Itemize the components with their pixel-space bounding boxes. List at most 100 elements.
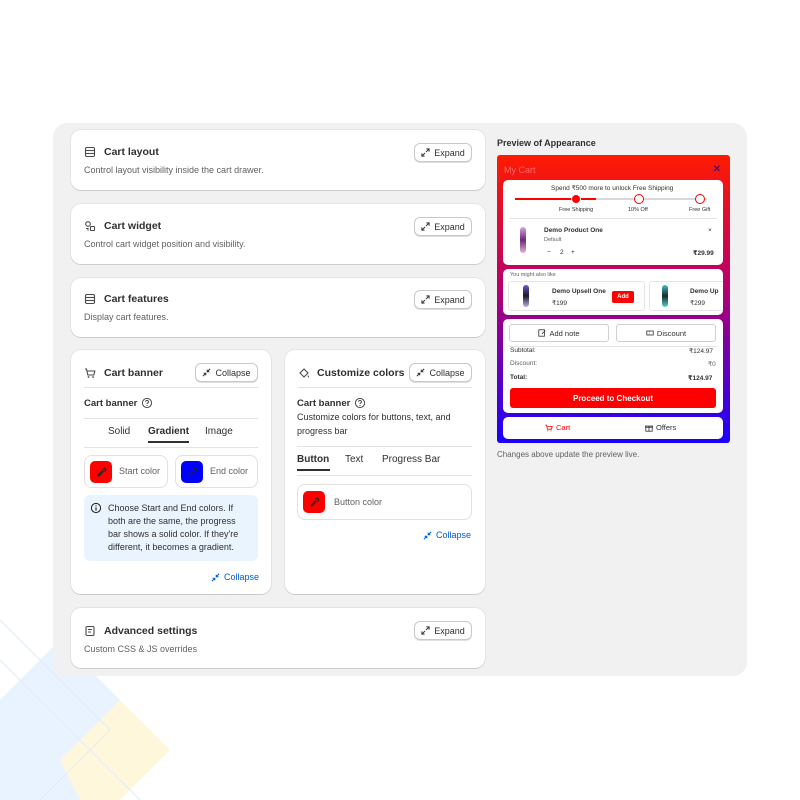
- card-description: Control cart widget position and visibil…: [84, 239, 246, 249]
- paint-bucket-icon: [298, 367, 310, 379]
- collapse-button[interactable]: Collapse: [409, 363, 472, 382]
- discount-row-value: ₹0: [708, 361, 716, 368]
- checkout-button[interactable]: Proceed to Checkout: [510, 388, 716, 408]
- shipping-message: Spend ₹500 more to unlock Free Shipping: [551, 185, 674, 192]
- upsell-image: [523, 285, 529, 307]
- footer-offers-label: Offers: [656, 423, 677, 432]
- tab-text[interactable]: Text: [345, 454, 363, 465]
- qty-value[interactable]: 2: [560, 249, 564, 256]
- widget-icon: [84, 220, 96, 232]
- product-image: [520, 227, 526, 253]
- product-price: ₹29.99: [693, 250, 714, 257]
- end-color-picker[interactable]: End color: [175, 455, 258, 488]
- discount-row-label: Discount:: [510, 360, 538, 367]
- section-title: Cart banner: [297, 398, 351, 409]
- code-file-icon: [84, 625, 96, 637]
- expand-button[interactable]: Expand: [414, 290, 472, 309]
- cart-widget-card: Cart widget Control cart widget position…: [71, 204, 485, 264]
- upsell-heading: You might also like: [510, 272, 556, 278]
- info-icon: [90, 502, 102, 514]
- product-variant: Default: [544, 237, 562, 243]
- tab-button[interactable]: Button: [297, 454, 329, 465]
- card-title: Advanced settings: [104, 625, 198, 637]
- help-icon[interactable]: [354, 397, 366, 409]
- collapse-icon: [423, 531, 432, 539]
- card-title: Cart layout: [104, 146, 159, 158]
- qty-plus-button[interactable]: +: [571, 249, 575, 256]
- footer-tab-cart[interactable]: Cart: [545, 423, 570, 432]
- expand-icon: [421, 295, 430, 304]
- drawer-title: My Cart: [504, 165, 536, 175]
- footer-cart-label: Cart: [556, 423, 571, 432]
- totals-card: Add note Discount Subtotal: ₹124.97 Disc…: [503, 319, 723, 413]
- cart-banner-card: Cart banner Collapse Cart banner Solid G…: [71, 350, 271, 594]
- palette-icon: [96, 466, 107, 477]
- tab-gradient[interactable]: Gradient: [148, 426, 189, 437]
- collapse-icon: [417, 368, 425, 377]
- remove-icon[interactable]: ×: [708, 227, 712, 234]
- start-color-swatch: [90, 461, 112, 483]
- customize-colors-card: Customize colors Collapse Cart banner Cu…: [285, 350, 485, 594]
- milestone-label: Free Gift: [689, 207, 711, 213]
- divider: [509, 218, 717, 219]
- total-value: ₹124.97: [688, 375, 713, 382]
- collapse-link-label: Collapse: [224, 572, 260, 582]
- start-color-picker[interactable]: Start color: [84, 455, 168, 488]
- end-color-swatch: [181, 461, 203, 483]
- collapse-icon: [203, 368, 211, 377]
- drawer-footer: Cart Offers: [503, 417, 723, 439]
- subtotal-label: Subtotal:: [510, 347, 536, 354]
- expand-icon: [421, 222, 430, 231]
- milestone-marker: [695, 194, 705, 204]
- expand-label: Expand: [434, 294, 465, 305]
- help-icon[interactable]: [141, 397, 153, 409]
- expand-button[interactable]: Expand: [414, 217, 472, 236]
- subtotal-value: ₹124.97: [689, 348, 714, 355]
- divider: [84, 447, 258, 448]
- expand-icon: [421, 148, 430, 157]
- section-description: progress bar: [297, 426, 348, 436]
- add-label: Add: [617, 294, 629, 300]
- add-button[interactable]: Add: [612, 291, 634, 303]
- tab-image[interactable]: Image: [205, 426, 233, 437]
- upsell-name: Demo Up: [690, 288, 719, 295]
- upsell-image: [662, 285, 668, 307]
- expand-label: Expand: [434, 147, 465, 158]
- collapse-link[interactable]: Collapse: [211, 572, 259, 582]
- divider: [297, 475, 472, 476]
- milestone-marker: [634, 194, 644, 204]
- collapse-label: Collapse: [429, 367, 465, 378]
- info-line: both are the same, the progress: [108, 516, 236, 526]
- collapse-button[interactable]: Collapse: [195, 363, 258, 382]
- button-color-swatch: [303, 491, 325, 513]
- advanced-settings-card: Advanced settings Custom CSS & JS overri…: [71, 608, 485, 668]
- collapse-icon: [211, 573, 220, 581]
- cart-icon: [545, 424, 553, 431]
- add-note-button[interactable]: Add note: [509, 324, 609, 342]
- qty-minus-button[interactable]: −: [547, 249, 551, 256]
- tab-progress-bar[interactable]: Progress Bar: [382, 454, 440, 465]
- cart-layout-card: Cart layout Control layout visibility in…: [71, 130, 485, 190]
- milestone-marker: [571, 194, 581, 204]
- card-title: Cart widget: [104, 220, 162, 232]
- collapse-link[interactable]: Collapse: [423, 530, 471, 540]
- expand-button[interactable]: Expand: [414, 621, 472, 640]
- palette-icon: [187, 466, 198, 477]
- close-icon[interactable]: ✕: [713, 164, 721, 175]
- button-color-label: Button color: [334, 497, 383, 507]
- upsell-price: ₹299: [690, 300, 705, 307]
- upsell-price: ₹199: [552, 300, 567, 307]
- discount-button[interactable]: Discount: [616, 324, 716, 342]
- active-tab-indicator: [297, 469, 330, 471]
- expand-button[interactable]: Expand: [414, 143, 472, 162]
- gift-icon: [645, 425, 653, 432]
- info-banner: Choose Start and End colors. If both are…: [84, 495, 258, 561]
- note-icon: [538, 329, 546, 337]
- palette-icon: [309, 496, 320, 507]
- divider: [297, 446, 472, 447]
- tab-solid[interactable]: Solid: [108, 426, 130, 437]
- divider: [298, 387, 472, 388]
- footer-tab-offers[interactable]: Offers: [645, 423, 676, 432]
- button-color-picker[interactable]: Button color: [297, 484, 472, 520]
- card-description: Control layout visibility inside the car…: [84, 165, 264, 175]
